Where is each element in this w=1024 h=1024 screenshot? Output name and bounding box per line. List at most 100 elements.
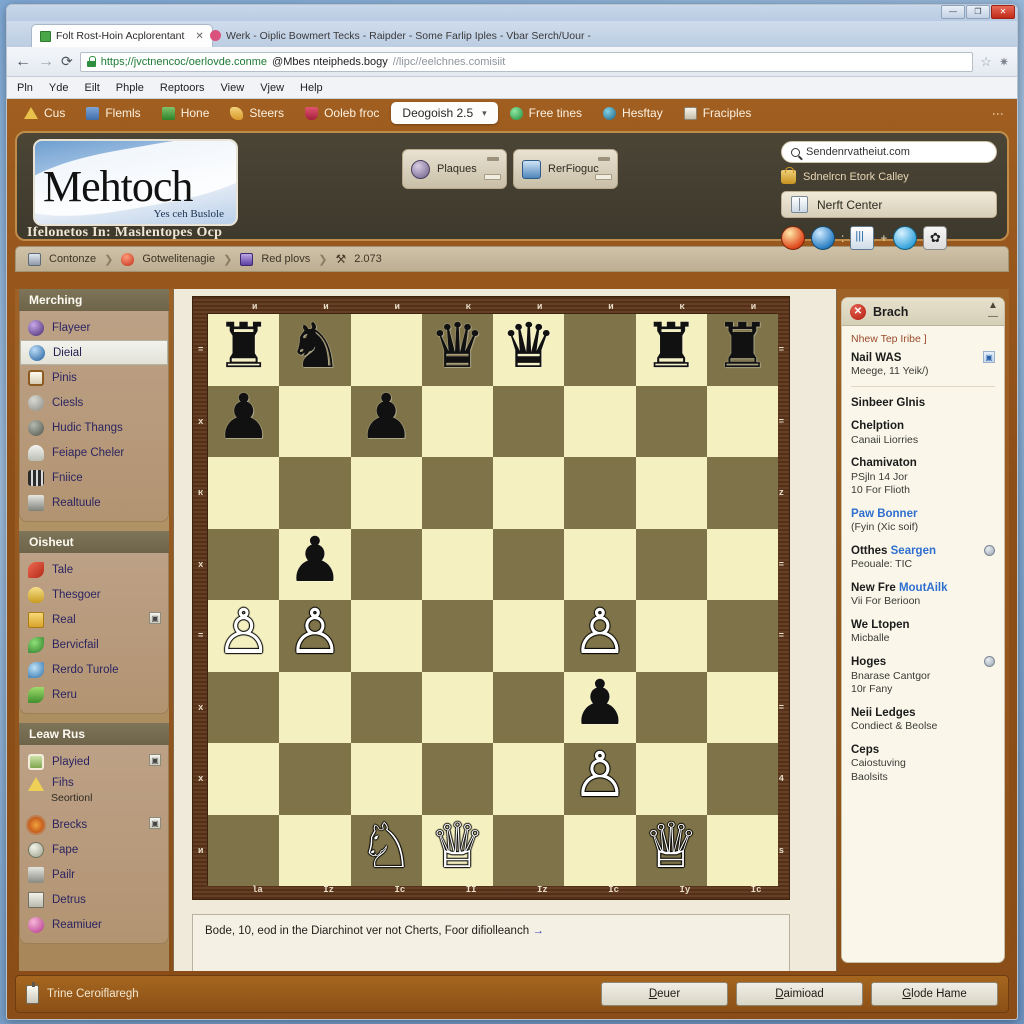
board-square[interactable] xyxy=(707,672,778,744)
chess-piece[interactable]: ♘ xyxy=(358,816,414,878)
board-square[interactable] xyxy=(636,672,707,744)
sidebar-item-brecks[interactable]: Brecks ▣ xyxy=(20,812,168,837)
board-square[interactable] xyxy=(351,672,422,744)
site-nav-item-steers[interactable]: Steers xyxy=(221,103,293,123)
board-square[interactable] xyxy=(208,672,279,744)
board-square[interactable]: ♛ xyxy=(422,314,493,386)
list-item[interactable]: Otthes SeargenPeouale: TIC xyxy=(851,544,995,572)
board-square[interactable] xyxy=(564,529,635,601)
board-square[interactable] xyxy=(351,457,422,529)
maximize-button[interactable]: ❐ xyxy=(966,5,990,19)
list-item[interactable]: We LtopenMicballe xyxy=(851,618,995,646)
site-nav-item-cus[interactable]: Cus xyxy=(15,103,74,123)
sidebar-item-pailr[interactable]: Pailr xyxy=(20,862,168,887)
board-square[interactable]: ♟ xyxy=(564,672,635,744)
flag-icon[interactable]: ▣ xyxy=(983,351,995,363)
board-square[interactable] xyxy=(279,815,350,887)
menu-item-4[interactable]: Reptoors xyxy=(160,82,205,94)
board-square[interactable]: ♟ xyxy=(351,386,422,458)
sidebar-item-fihs[interactable]: Fihs Seortionl xyxy=(20,774,168,812)
menu-item-0[interactable]: Pln xyxy=(17,82,33,94)
board-square[interactable] xyxy=(707,457,778,529)
breadcrumb-item-3[interactable]: 2.073 xyxy=(354,253,382,265)
breadcrumb-item-0[interactable]: Contonze xyxy=(49,253,96,265)
board-square[interactable]: ♙ xyxy=(564,743,635,815)
site-nav-item-hesftay[interactable]: Hesftay xyxy=(594,103,672,123)
sidebar-item-flayeer[interactable]: Flayeer xyxy=(20,315,168,340)
board-square[interactable] xyxy=(707,743,778,815)
board-square[interactable] xyxy=(707,529,778,601)
chess-piece[interactable]: ♜ xyxy=(643,316,699,378)
sidebar-item-dieial[interactable]: Dieial xyxy=(20,340,168,365)
board-square[interactable] xyxy=(636,529,707,601)
board-square[interactable] xyxy=(208,815,279,887)
board-square[interactable]: ♜ xyxy=(707,314,778,386)
sidebar-item-reamiuer[interactable]: Reamiuer xyxy=(20,912,168,937)
orange-ball-icon[interactable] xyxy=(781,226,805,250)
tab-inactive[interactable]: Werk - Oiplic Bowmert Tecks - Raipder - … xyxy=(202,24,599,47)
board-square[interactable] xyxy=(351,743,422,815)
overflow-menu-icon[interactable]: ⋮ xyxy=(991,108,1005,119)
list-item[interactable]: Neii LedgesCondiect & Beolse xyxy=(851,706,995,734)
board-square[interactable] xyxy=(422,386,493,458)
board-square[interactable] xyxy=(208,529,279,601)
board-square[interactable] xyxy=(564,815,635,887)
slider-handle[interactable] xyxy=(598,157,610,161)
board-square[interactable]: ♟ xyxy=(208,386,279,458)
back-icon[interactable]: ← xyxy=(15,53,31,71)
board-square[interactable] xyxy=(707,386,778,458)
board-square[interactable] xyxy=(636,457,707,529)
board-square[interactable]: ♘ xyxy=(351,815,422,887)
reload-icon[interactable]: ⟳ xyxy=(61,53,73,70)
board-square[interactable] xyxy=(707,815,778,887)
chess-piece[interactable]: ♟ xyxy=(572,673,628,735)
menu-item-7[interactable]: Help xyxy=(300,82,323,94)
list-item[interactable]: CepsCaiostuvingBaolsits xyxy=(851,743,995,785)
download-button[interactable]: Daimioad xyxy=(736,982,863,1006)
board-square[interactable]: ♕ xyxy=(636,815,707,887)
url-input[interactable]: https;//jvctnencoc/oerlovde.conme @Mbes … xyxy=(80,52,974,72)
board-square[interactable] xyxy=(493,600,564,672)
board-square[interactable] xyxy=(279,672,350,744)
board-square[interactable] xyxy=(422,529,493,601)
sidebar-item-playied[interactable]: Playied ▣ xyxy=(20,749,168,774)
site-nav-item-freetines[interactable]: Free tines xyxy=(501,103,591,123)
sidebar-item-hudic-thangs[interactable]: Hudic Thangs xyxy=(20,415,168,440)
board-square[interactable] xyxy=(279,386,350,458)
close-button[interactable]: ✕ xyxy=(991,5,1015,19)
chess-piece[interactable]: ♟ xyxy=(358,387,414,449)
list-item[interactable]: Nail WASMeege, 11 Yeik/)▣ xyxy=(851,351,995,387)
board-square[interactable] xyxy=(636,743,707,815)
board-square[interactable]: ♙ xyxy=(208,600,279,672)
chess-piece[interactable]: ♙ xyxy=(572,602,628,664)
gear-icon[interactable]: ✿ xyxy=(923,226,947,250)
arrow-right-icon[interactable]: → xyxy=(532,925,544,937)
glode-hame-button[interactable]: Glode Hame xyxy=(871,982,998,1006)
board-square[interactable] xyxy=(564,457,635,529)
board-square[interactable] xyxy=(208,457,279,529)
board-square[interactable] xyxy=(351,314,422,386)
chess-piece[interactable]: ♟ xyxy=(287,530,343,592)
breadcrumb-item-2[interactable]: Red plovs xyxy=(261,253,310,265)
board-square[interactable] xyxy=(208,743,279,815)
list-item[interactable]: ChamivatonPSjln 14 Jor10 For Flioth xyxy=(851,456,995,498)
board-square[interactable] xyxy=(564,386,635,458)
star-icon[interactable]: ☆ xyxy=(980,54,992,70)
sidebar-item-fape[interactable]: Fape xyxy=(20,837,168,862)
deuer-button[interactable]: Deuer xyxy=(601,982,728,1006)
sidebar-item-bervicfail[interactable]: Bervicfail xyxy=(20,632,168,657)
chart-icon[interactable] xyxy=(850,226,874,250)
chessboard[interactable]: ♜♞♛♛♜♜♟♟♟♙♙♙♟♙♘♕♕ xyxy=(207,313,777,885)
sidebar-item-realtuule[interactable]: Realtuule xyxy=(20,490,168,515)
board-square[interactable] xyxy=(279,457,350,529)
board-square[interactable]: ♛ xyxy=(493,314,564,386)
site-logo[interactable]: Mehtoch Yes ceh Buslole xyxy=(33,139,238,226)
close-icon[interactable]: ✕ xyxy=(850,304,866,320)
board-square[interactable] xyxy=(493,743,564,815)
list-item[interactable]: Sinbeer Glnis xyxy=(851,396,995,410)
board-square[interactable] xyxy=(493,815,564,887)
board-square[interactable] xyxy=(636,600,707,672)
chevron-down-icon[interactable]: ▾ xyxy=(482,108,487,119)
list-item[interactable]: ChelptionCanaii Liorries xyxy=(851,419,995,447)
chess-piece[interactable]: ♙ xyxy=(287,602,343,664)
